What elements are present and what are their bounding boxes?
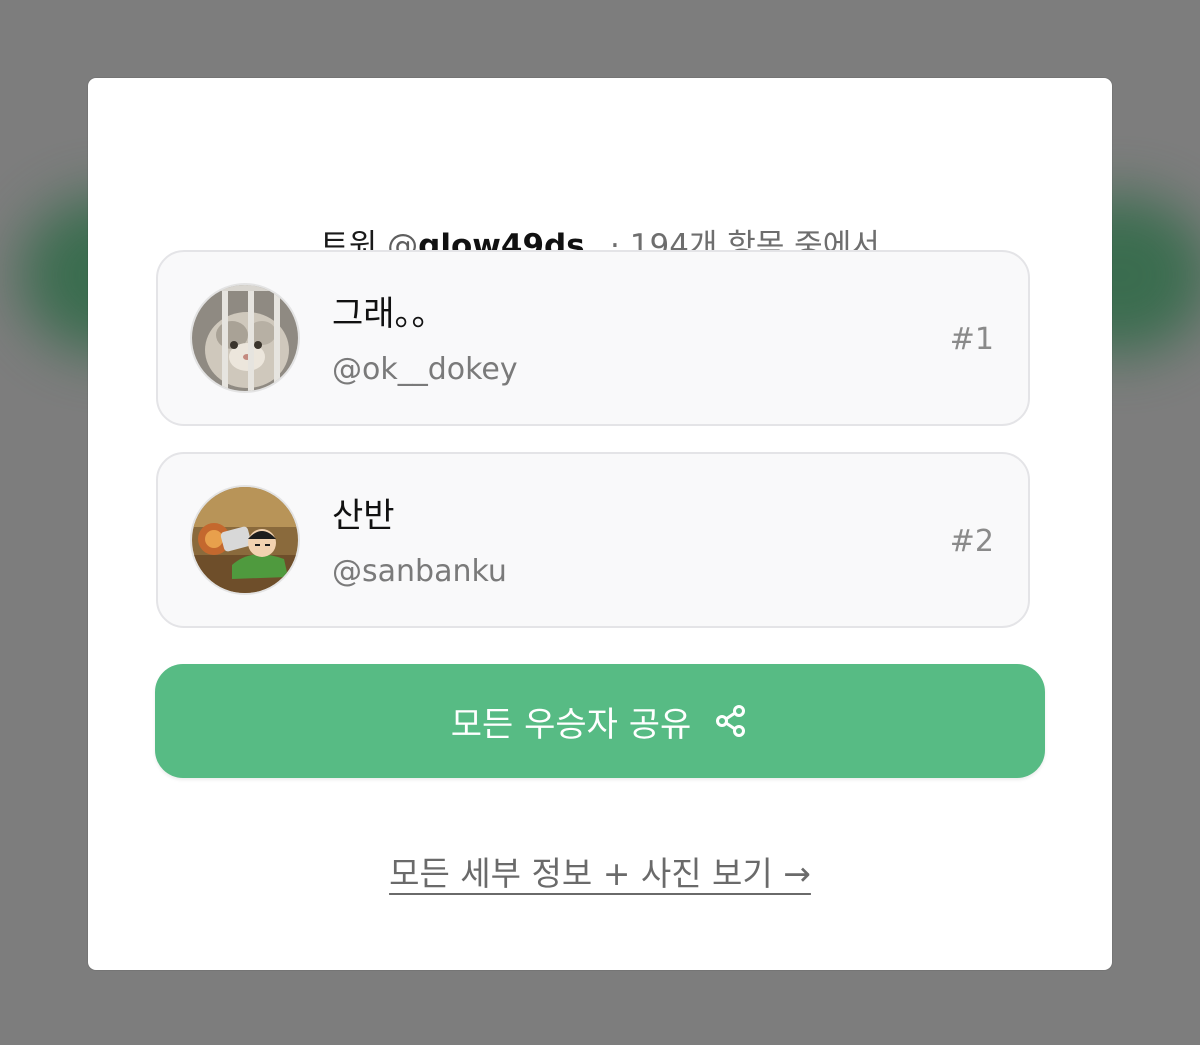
winner-handle: @sanbanku [332, 554, 507, 589]
share-button-label: 모든 우승자 공유 [450, 704, 692, 745]
view-details-photos-link[interactable]: 모든 세부 정보 + 사진 보기 → [389, 854, 811, 893]
winner-card[interactable]: 그래。。 @ok__dokey #1 [156, 250, 1030, 426]
winners-modal: 트윗 @glow49ds_ · 194개 항목 중에서 그래。。 @ok__do… [88, 78, 1112, 970]
share-icon [713, 703, 749, 739]
winner-name: 산반 [332, 496, 395, 536]
share-all-winners-button[interactable]: 모든 우승자 공유 [155, 664, 1045, 778]
cartoon-character-avatar [190, 485, 300, 595]
winner-name: 그래。。 [332, 294, 446, 334]
winner-card[interactable]: 산반 @sanbanku #2 [156, 452, 1030, 628]
winner-rank: #2 [949, 524, 994, 559]
winner-handle: @ok__dokey [332, 352, 518, 387]
cat-photo-avatar [190, 283, 300, 393]
details-link-container: 모든 세부 정보 + 사진 보기 → [88, 854, 1112, 894]
winner-rank: #1 [949, 322, 994, 357]
